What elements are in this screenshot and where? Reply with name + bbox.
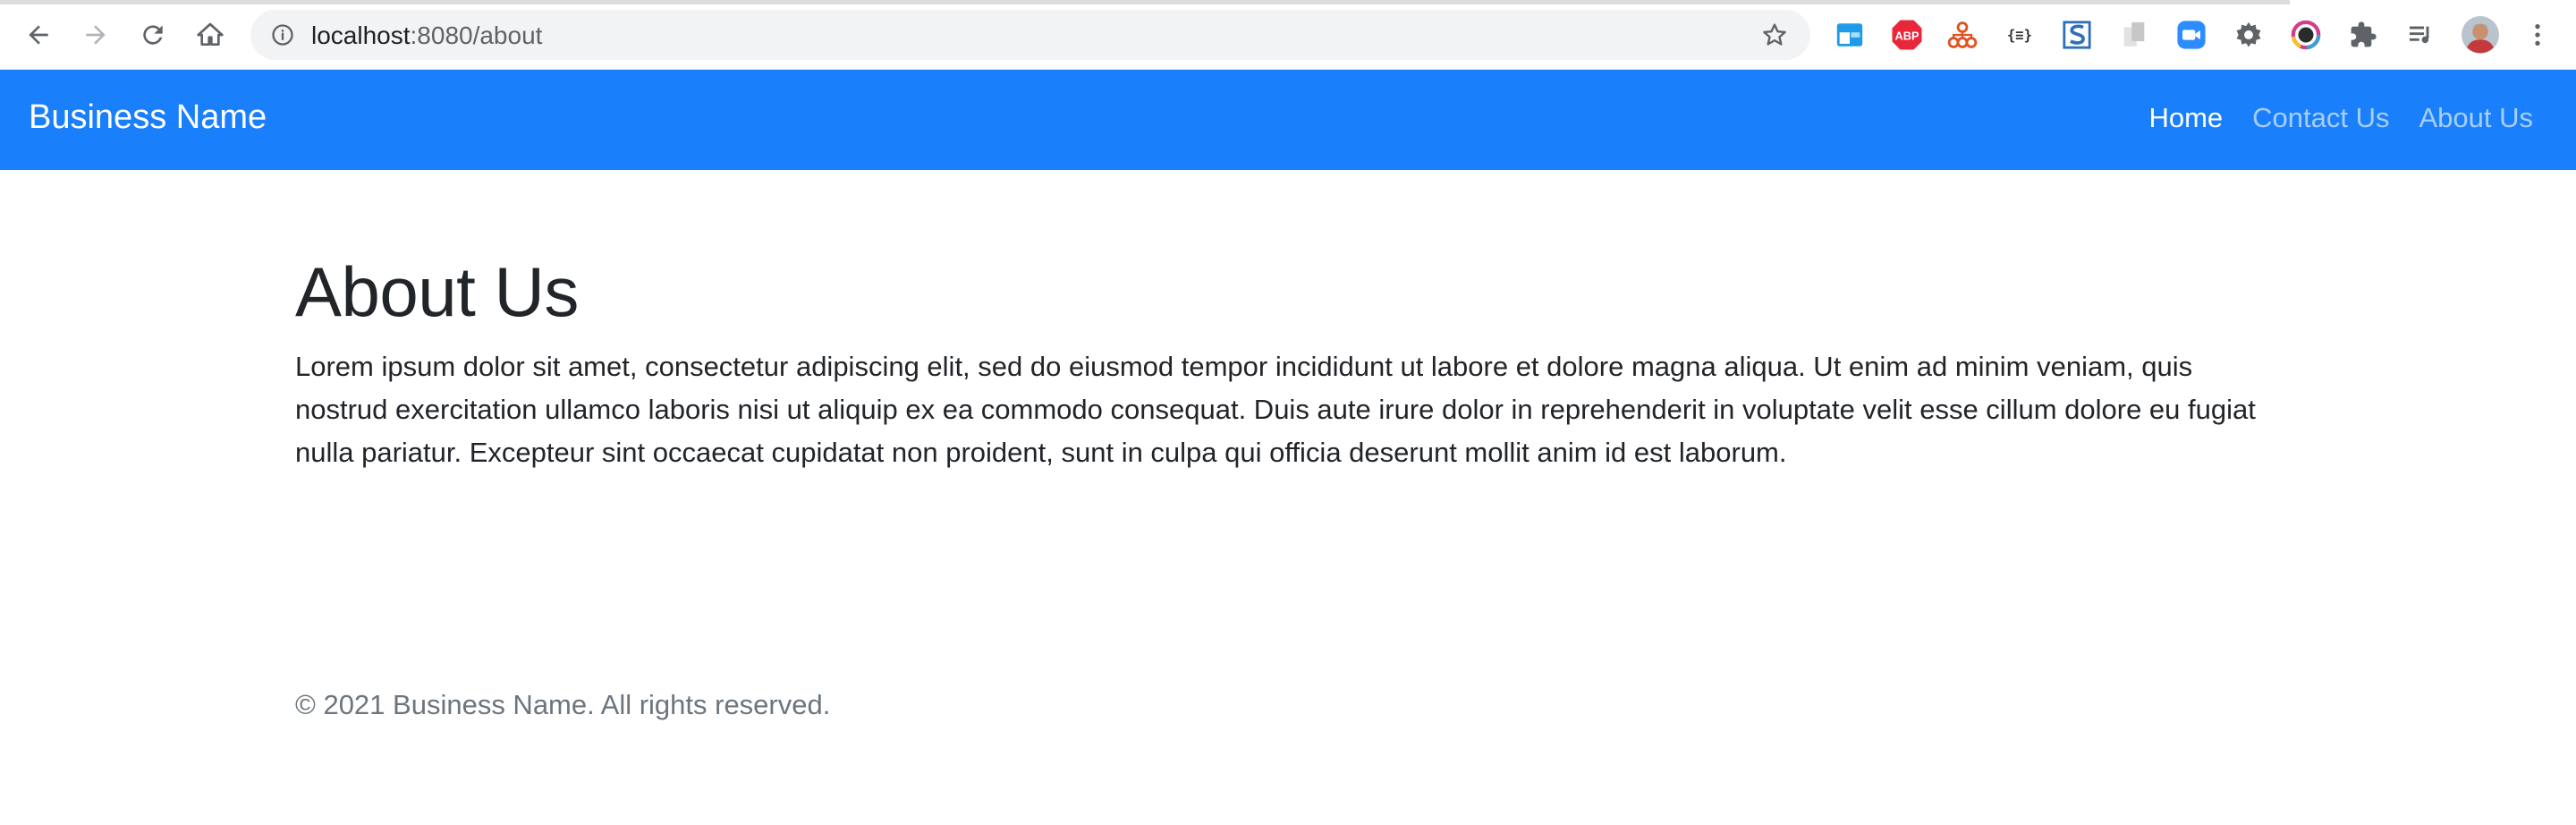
- org-chart-extension-icon[interactable]: [1946, 19, 1979, 51]
- browser-menu-button[interactable]: [2519, 16, 2556, 54]
- about-paragraph: Lorem ipsum dolor sit amet, consectetur …: [295, 350, 2256, 468]
- main-content: About Us Lorem ipsum dolor sit amet, con…: [295, 251, 2290, 474]
- gear-extension-icon[interactable]: [2233, 19, 2265, 51]
- brand-link[interactable]: Business Name: [29, 98, 267, 137]
- svg-text:ABP: ABP: [1895, 29, 1919, 42]
- browser-toolbar: localhost:8080/about ABP {≡}: [0, 0, 2576, 70]
- zoom-icon[interactable]: [2175, 19, 2207, 51]
- back-button[interactable]: [20, 16, 57, 54]
- tab-strip-edge: [0, 0, 2290, 4]
- url-path: :8080/about: [410, 21, 543, 49]
- back-arrow-icon: [29, 25, 48, 45]
- svg-text:{≡}: {≡}: [2007, 28, 2032, 44]
- profile-avatar[interactable]: [2462, 16, 2499, 54]
- nav-link-about[interactable]: About Us: [2419, 102, 2533, 134]
- url-text[interactable]: localhost:8080/about: [311, 21, 542, 50]
- json-formatter-icon[interactable]: {≡}: [2004, 19, 2036, 51]
- tab-extension-icon[interactable]: [1834, 19, 1866, 51]
- nav-link-home[interactable]: Home: [2148, 102, 2223, 134]
- reload-icon: [143, 25, 163, 45]
- puzzle-icon[interactable]: [2347, 19, 2379, 51]
- adblock-plus-icon[interactable]: ABP: [1891, 19, 1923, 51]
- media-queue-icon[interactable]: [2404, 19, 2436, 51]
- forward-arrow-icon: [86, 25, 106, 45]
- reload-button[interactable]: [134, 16, 172, 54]
- s-extension-icon[interactable]: [2061, 19, 2093, 51]
- home-icon: [197, 22, 224, 46]
- site-info-icon[interactable]: [270, 22, 295, 47]
- footer-copyright: © 2021 Business Name. All rights reserve…: [295, 689, 831, 720]
- page-title: About Us: [295, 252, 579, 331]
- url-host: localhost: [311, 21, 411, 49]
- book-extension-icon[interactable]: [2118, 19, 2150, 51]
- forward-button[interactable]: [77, 16, 114, 54]
- bookmark-star-icon[interactable]: [1760, 21, 1789, 49]
- nav-links: Home Contact Us About Us: [2148, 102, 2533, 134]
- color-picker-icon[interactable]: [2290, 19, 2322, 51]
- site-navbar: Business Name Home Contact Us About Us: [0, 70, 2576, 170]
- home-button[interactable]: [191, 16, 229, 54]
- kebab-menu-icon: [2535, 24, 2540, 46]
- nav-link-contact[interactable]: Contact Us: [2252, 102, 2389, 134]
- address-bar[interactable]: localhost:8080/about: [250, 10, 1810, 60]
